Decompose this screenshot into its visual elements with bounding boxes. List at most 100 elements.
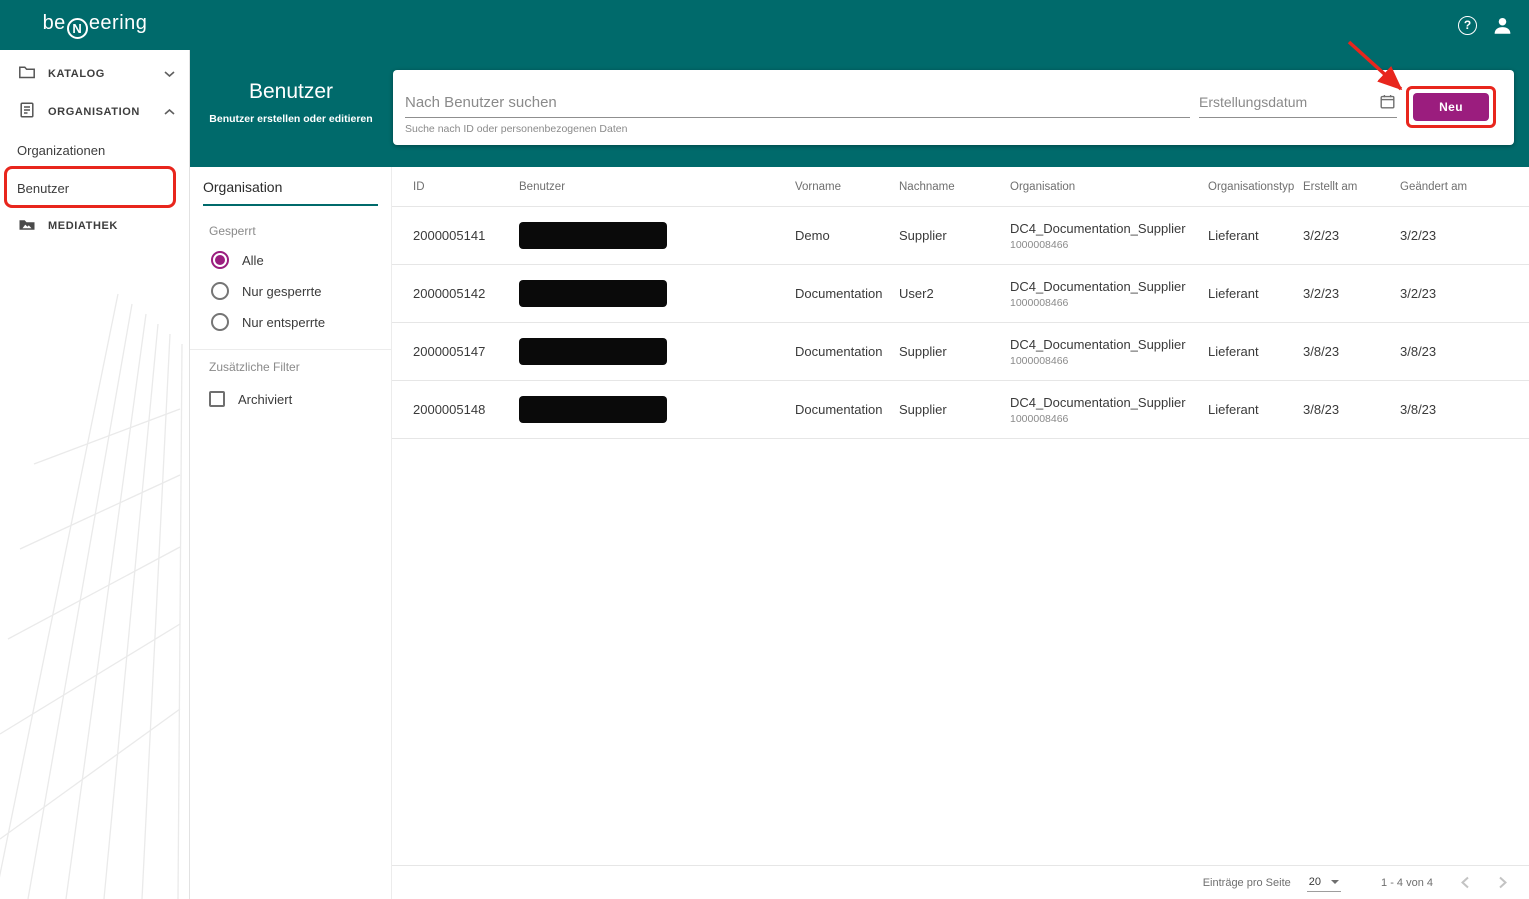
col-header-organisationstyp: Organisationstyp	[1208, 181, 1303, 193]
filter-section-header: Organisation	[203, 179, 378, 206]
content-area: Benutzer Benutzer erstellen oder editier…	[190, 50, 1529, 899]
date-filter-field[interactable]	[1199, 88, 1397, 118]
cell-geaendert-am: 3/2/23	[1400, 286, 1514, 301]
radio-button-icon	[211, 282, 229, 300]
table-row[interactable]: 2000005148 Documentation Supplier DC4_Do…	[392, 381, 1529, 439]
cell-id: 2000005148	[413, 402, 519, 417]
radio-label: Alle	[242, 253, 264, 268]
cell-organisation-id: 1000008466	[1010, 297, 1208, 309]
sidebar-item-label: ORGANISATION	[48, 106, 140, 118]
radio-button-selected-icon	[211, 251, 229, 269]
sidebar-item-benutzer[interactable]: Benutzer	[0, 169, 189, 207]
page-size-select[interactable]: 20	[1307, 874, 1341, 892]
col-header-id: ID	[413, 181, 519, 193]
col-header-benutzer: Benutzer	[519, 181, 795, 193]
cell-vorname: Documentation	[795, 286, 899, 301]
sidebar-item-label: Benutzer	[17, 181, 69, 196]
sidebar-item-label: KATALOG	[48, 68, 105, 80]
sidebar-item-label: MEDIATHEK	[48, 220, 118, 232]
radio-label: Nur gesperrte	[242, 284, 321, 299]
search-input[interactable]	[405, 88, 1190, 118]
radio-nur-gesperrte[interactable]: Nur gesperrte	[190, 282, 391, 300]
redacted-benutzer	[519, 222, 667, 249]
col-header-vorname: Vorname	[795, 181, 899, 193]
cell-geaendert-am: 3/8/23	[1400, 344, 1514, 359]
sidebar-item-organizationen[interactable]: Organizationen	[0, 131, 189, 169]
gesperrt-group-label: Gesperrt	[209, 224, 391, 238]
sidebar: KATALOG ORGANISATION Organizationen Benu…	[0, 50, 190, 899]
calendar-icon[interactable]	[1380, 94, 1395, 114]
chevron-down-icon	[164, 71, 175, 77]
checkbox-label: Archiviert	[238, 392, 292, 407]
cell-organisationstyp: Lieferant	[1208, 344, 1303, 359]
new-user-button[interactable]: Neu	[1413, 93, 1489, 121]
table-row[interactable]: 2000005141 Demo Supplier DC4_Documentati…	[392, 207, 1529, 265]
checkbox-archiviert[interactable]: Archiviert	[190, 391, 391, 407]
redacted-benutzer	[519, 338, 667, 365]
cell-organisationstyp: Lieferant	[1208, 286, 1303, 301]
cell-erstellt-am: 3/8/23	[1303, 344, 1400, 359]
cell-vorname: Demo	[795, 228, 899, 243]
sidebar-item-mediathek[interactable]: MEDIATHEK	[0, 207, 189, 245]
cell-erstellt-am: 3/8/23	[1303, 402, 1400, 417]
pagination-range: 1 - 4 von 4	[1381, 877, 1433, 889]
cell-organisationstyp: Lieferant	[1208, 402, 1303, 417]
logo-text-prefix: be	[43, 12, 66, 34]
col-header-organisation: Organisation	[1010, 181, 1208, 193]
table-row[interactable]: 2000005147 Documentation Supplier DC4_Do…	[392, 323, 1529, 381]
cell-organisation-id: 1000008466	[1010, 239, 1208, 251]
cell-id: 2000005141	[413, 228, 519, 243]
table-row[interactable]: 2000005142 Documentation User2 DC4_Docum…	[392, 265, 1529, 323]
cell-nachname: User2	[899, 286, 1010, 301]
radio-alle[interactable]: Alle	[190, 251, 391, 269]
col-header-erstellt-am: Erstellt am	[1303, 181, 1400, 193]
redacted-benutzer	[519, 280, 667, 307]
cell-organisation-id: 1000008466	[1010, 413, 1208, 425]
logo-n-icon: N	[67, 18, 88, 39]
sidebar-nav: KATALOG ORGANISATION Organizationen Benu…	[0, 50, 189, 245]
cell-nachname: Supplier	[899, 228, 1010, 243]
checkbox-icon	[209, 391, 225, 407]
help-icon[interactable]: ?	[1458, 16, 1477, 35]
cell-geaendert-am: 3/2/23	[1400, 228, 1514, 243]
chevron-up-icon	[164, 109, 175, 115]
building-sketch-decoration	[0, 279, 190, 899]
page-header: Benutzer Benutzer erstellen oder editier…	[190, 50, 392, 167]
cell-vorname: Documentation	[795, 402, 899, 417]
catalog-icon	[18, 63, 36, 86]
page-size-label: Einträge pro Seite	[1203, 877, 1291, 889]
filter-panel: Organisation Gesperrt Alle Nur gesperrte…	[190, 167, 392, 899]
cell-id: 2000005142	[413, 286, 519, 301]
radio-nur-entsperrte[interactable]: Nur entsperrte	[190, 313, 391, 331]
previous-page-button[interactable]	[1461, 876, 1470, 889]
logo: beNeering	[0, 12, 190, 39]
table-header-row: ID Benutzer Vorname Nachname Organisatio…	[392, 167, 1529, 207]
cell-organisationstyp: Lieferant	[1208, 228, 1303, 243]
cell-geaendert-am: 3/8/23	[1400, 402, 1514, 417]
cell-id: 2000005147	[413, 344, 519, 359]
pagination-bar: Einträge pro Seite 20 1 - 4 von 4	[392, 865, 1529, 899]
users-table: ID Benutzer Vorname Nachname Organisatio…	[392, 167, 1529, 865]
cell-vorname: Documentation	[795, 344, 899, 359]
cell-nachname: Supplier	[899, 344, 1010, 359]
cell-organisation: DC4_Documentation_Supplier 1000008466	[1010, 395, 1208, 425]
redacted-benutzer	[519, 396, 667, 423]
cell-erstellt-am: 3/2/23	[1303, 228, 1400, 243]
account-icon[interactable]	[1492, 15, 1513, 36]
sidebar-item-label: Organizationen	[17, 143, 105, 158]
col-header-geaendert-am: Geändert am	[1400, 181, 1514, 193]
filter-divider	[190, 349, 391, 350]
sidebar-item-organisation[interactable]: ORGANISATION	[0, 93, 189, 131]
date-input[interactable]	[1199, 88, 1367, 116]
page-subtitle: Benutzer erstellen oder editieren	[190, 113, 392, 125]
search-hint: Suche nach ID oder personenbezogenen Dat…	[405, 123, 627, 135]
radio-button-icon	[211, 313, 229, 331]
next-page-button[interactable]	[1498, 876, 1507, 889]
sidebar-item-katalog[interactable]: KATALOG	[0, 55, 189, 93]
search-card: Suche nach ID oder personenbezogenen Dat…	[393, 70, 1514, 145]
radio-label: Nur entsperrte	[242, 315, 325, 330]
help-glyph: ?	[1464, 18, 1471, 32]
topbar: beNeering ?	[0, 0, 1529, 50]
cell-organisation: DC4_Documentation_Supplier 1000008466	[1010, 279, 1208, 309]
page-title: Benutzer	[190, 80, 392, 104]
